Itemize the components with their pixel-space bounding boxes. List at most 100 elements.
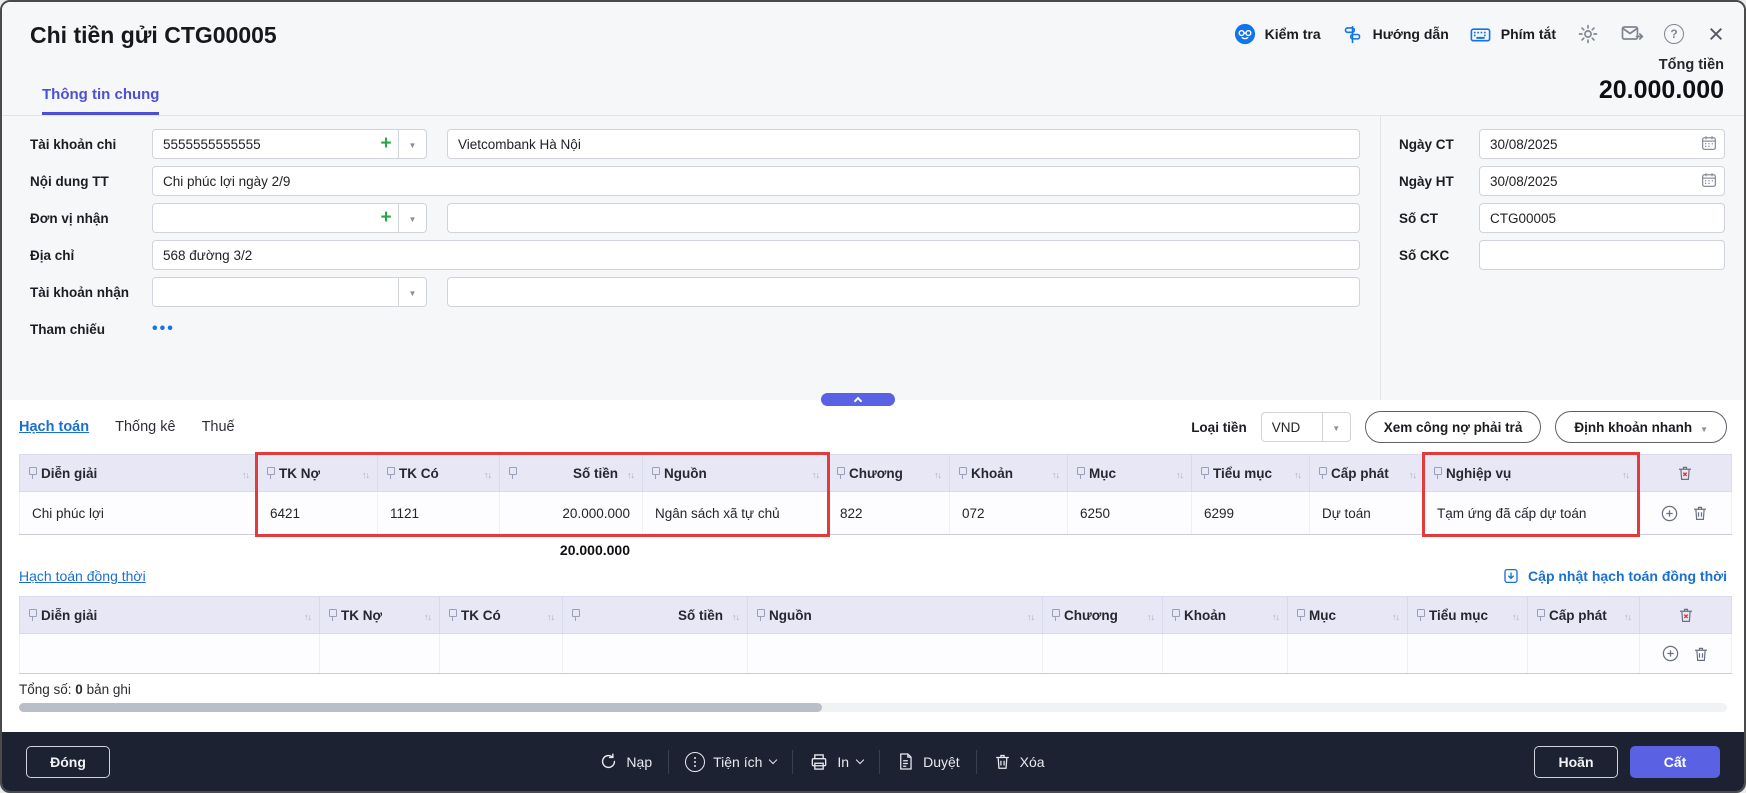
column-header-operation[interactable]: Nghiệp vụ	[1424, 454, 1638, 492]
delete-button[interactable]: Xóa	[993, 752, 1045, 771]
column-header-sub-item[interactable]: Tiểu mục	[1191, 454, 1310, 492]
sort-icon[interactable]	[627, 466, 634, 481]
posting-date-input[interactable]	[1479, 166, 1725, 196]
horizontal-scrollbar-thumb[interactable]	[19, 703, 822, 712]
cell-source[interactable]: Ngân sách xã tự chủ	[642, 491, 828, 535]
receiving-bank-input[interactable]	[447, 277, 1360, 307]
receiving-account-dropdown[interactable]	[398, 278, 426, 306]
cell-item-group[interactable]: 072	[949, 491, 1068, 535]
sort-icon[interactable]	[1512, 608, 1519, 623]
receiving-account-input[interactable]	[153, 278, 398, 306]
sort-icon[interactable]	[732, 608, 739, 623]
pin-icon[interactable]	[756, 609, 765, 621]
tab-accounting[interactable]: Hạch toán	[19, 419, 89, 435]
pin-icon[interactable]	[1171, 609, 1180, 621]
cell-sub-item[interactable]: 6299	[1191, 491, 1310, 535]
column-header-description[interactable]: Diễn giải	[19, 454, 258, 492]
column-header-amount[interactable]: Số tiền	[499, 454, 643, 492]
utilities-button[interactable]: Tiện ích	[685, 751, 778, 772]
delete-row-icon[interactable]	[1692, 645, 1710, 663]
send-mail-icon[interactable]	[1620, 22, 1644, 46]
pin-icon[interactable]	[28, 467, 37, 479]
cell-credit-account[interactable]: 1121	[377, 491, 500, 535]
tab-statistics[interactable]: Thống kê	[115, 419, 175, 435]
column-header-item[interactable]: Mục	[1067, 454, 1192, 492]
collapse-form-button[interactable]	[820, 393, 895, 406]
check-button[interactable]: Kiểm tra	[1233, 22, 1321, 46]
paying-account-input[interactable]	[153, 130, 374, 158]
print-button[interactable]: In	[809, 752, 865, 772]
simultaneous-posting-link[interactable]: Hạch toán đồng thời	[19, 568, 146, 584]
close-button[interactable]: Đóng	[26, 745, 110, 778]
column-header-credit-account[interactable]: TK Có	[377, 454, 500, 492]
pin-icon[interactable]	[508, 467, 517, 479]
pin-icon[interactable]	[958, 467, 967, 479]
column-header-chapter[interactable]: Chương	[1042, 596, 1163, 634]
address-input[interactable]	[152, 240, 1360, 270]
update-simultaneous-posting-link[interactable]: Cập nhật hạch toán đồng thời	[1502, 567, 1727, 585]
column-header-item-group[interactable]: Khoản	[1162, 596, 1288, 634]
column-header-allocation[interactable]: Cấp phát	[1527, 596, 1640, 634]
settings-gear-icon[interactable]	[1576, 22, 1600, 46]
column-header-debit-account[interactable]: TK Nợ	[319, 596, 440, 634]
column-header-source[interactable]: Nguồn	[642, 454, 828, 492]
cell-operation[interactable]: Tạm ứng đã cấp dự toán	[1424, 491, 1638, 535]
close-icon[interactable]: ×	[1704, 21, 1728, 48]
sort-icon[interactable]	[1392, 608, 1399, 623]
approve-button[interactable]: Duyệt	[896, 752, 960, 771]
tab-tax[interactable]: Thuế	[202, 419, 235, 435]
pin-icon[interactable]	[1536, 609, 1545, 621]
shortcut-button[interactable]: Phím tắt	[1469, 22, 1556, 46]
doc-date-input[interactable]	[1479, 129, 1725, 159]
add-receiver-icon[interactable]: +	[374, 204, 398, 232]
receiver-name-input[interactable]	[447, 203, 1360, 233]
tab-general-info[interactable]: Thông tin chung	[42, 86, 160, 115]
pin-icon[interactable]	[448, 609, 457, 621]
column-header-chapter[interactable]: Chương	[827, 454, 950, 492]
sort-icon[interactable]	[1294, 466, 1301, 481]
sort-icon[interactable]	[424, 608, 431, 623]
add-account-icon[interactable]: +	[374, 130, 398, 158]
sort-icon[interactable]	[934, 466, 941, 481]
column-header-item-group[interactable]: Khoản	[949, 454, 1068, 492]
sort-icon[interactable]	[812, 466, 819, 481]
pin-icon[interactable]	[266, 467, 275, 479]
column-header-item[interactable]: Mục	[1287, 596, 1408, 634]
reload-button[interactable]: Nạp	[599, 752, 652, 771]
cell-description[interactable]: Chi phúc lợi	[19, 491, 258, 535]
sort-icon[interactable]	[304, 608, 311, 623]
add-row-icon[interactable]	[1661, 644, 1680, 663]
payment-content-input[interactable]	[152, 166, 1360, 196]
pin-icon[interactable]	[1416, 609, 1425, 621]
sort-icon[interactable]	[1409, 466, 1416, 481]
sort-icon[interactable]	[242, 466, 249, 481]
receiver-unit-dropdown[interactable]	[398, 204, 426, 232]
column-header-debit-account[interactable]: TK Nợ	[257, 454, 378, 492]
sort-icon[interactable]	[1052, 466, 1059, 481]
delete-row-icon[interactable]	[1691, 504, 1709, 522]
pin-icon[interactable]	[386, 467, 395, 479]
pin-icon[interactable]	[651, 467, 660, 479]
help-icon[interactable]	[1664, 24, 1684, 44]
currency-select[interactable]: VND	[1260, 412, 1351, 442]
sort-icon[interactable]	[362, 466, 369, 481]
sort-icon[interactable]	[1624, 608, 1631, 623]
pin-icon[interactable]	[571, 609, 580, 621]
column-header-sub-item[interactable]: Tiểu mục	[1407, 596, 1528, 634]
pin-icon[interactable]	[28, 609, 37, 621]
receiver-unit-input[interactable]	[153, 204, 374, 232]
sort-icon[interactable]	[1622, 466, 1629, 481]
reference-more-button[interactable]: •••	[152, 320, 175, 338]
sort-icon[interactable]	[1147, 608, 1154, 623]
sort-icon[interactable]	[484, 466, 491, 481]
sort-icon[interactable]	[1176, 466, 1183, 481]
pin-icon[interactable]	[1433, 467, 1442, 479]
guide-button[interactable]: Hướng dẫn	[1341, 22, 1449, 46]
column-header-description[interactable]: Diễn giải	[19, 596, 320, 634]
column-header-delete-all[interactable]	[1637, 454, 1732, 492]
column-header-allocation[interactable]: Cấp phát	[1309, 454, 1425, 492]
column-header-source[interactable]: Nguồn	[747, 596, 1043, 634]
currency-dropdown[interactable]	[1321, 413, 1350, 441]
doc-number-input[interactable]	[1479, 203, 1725, 233]
pin-icon[interactable]	[1076, 467, 1085, 479]
